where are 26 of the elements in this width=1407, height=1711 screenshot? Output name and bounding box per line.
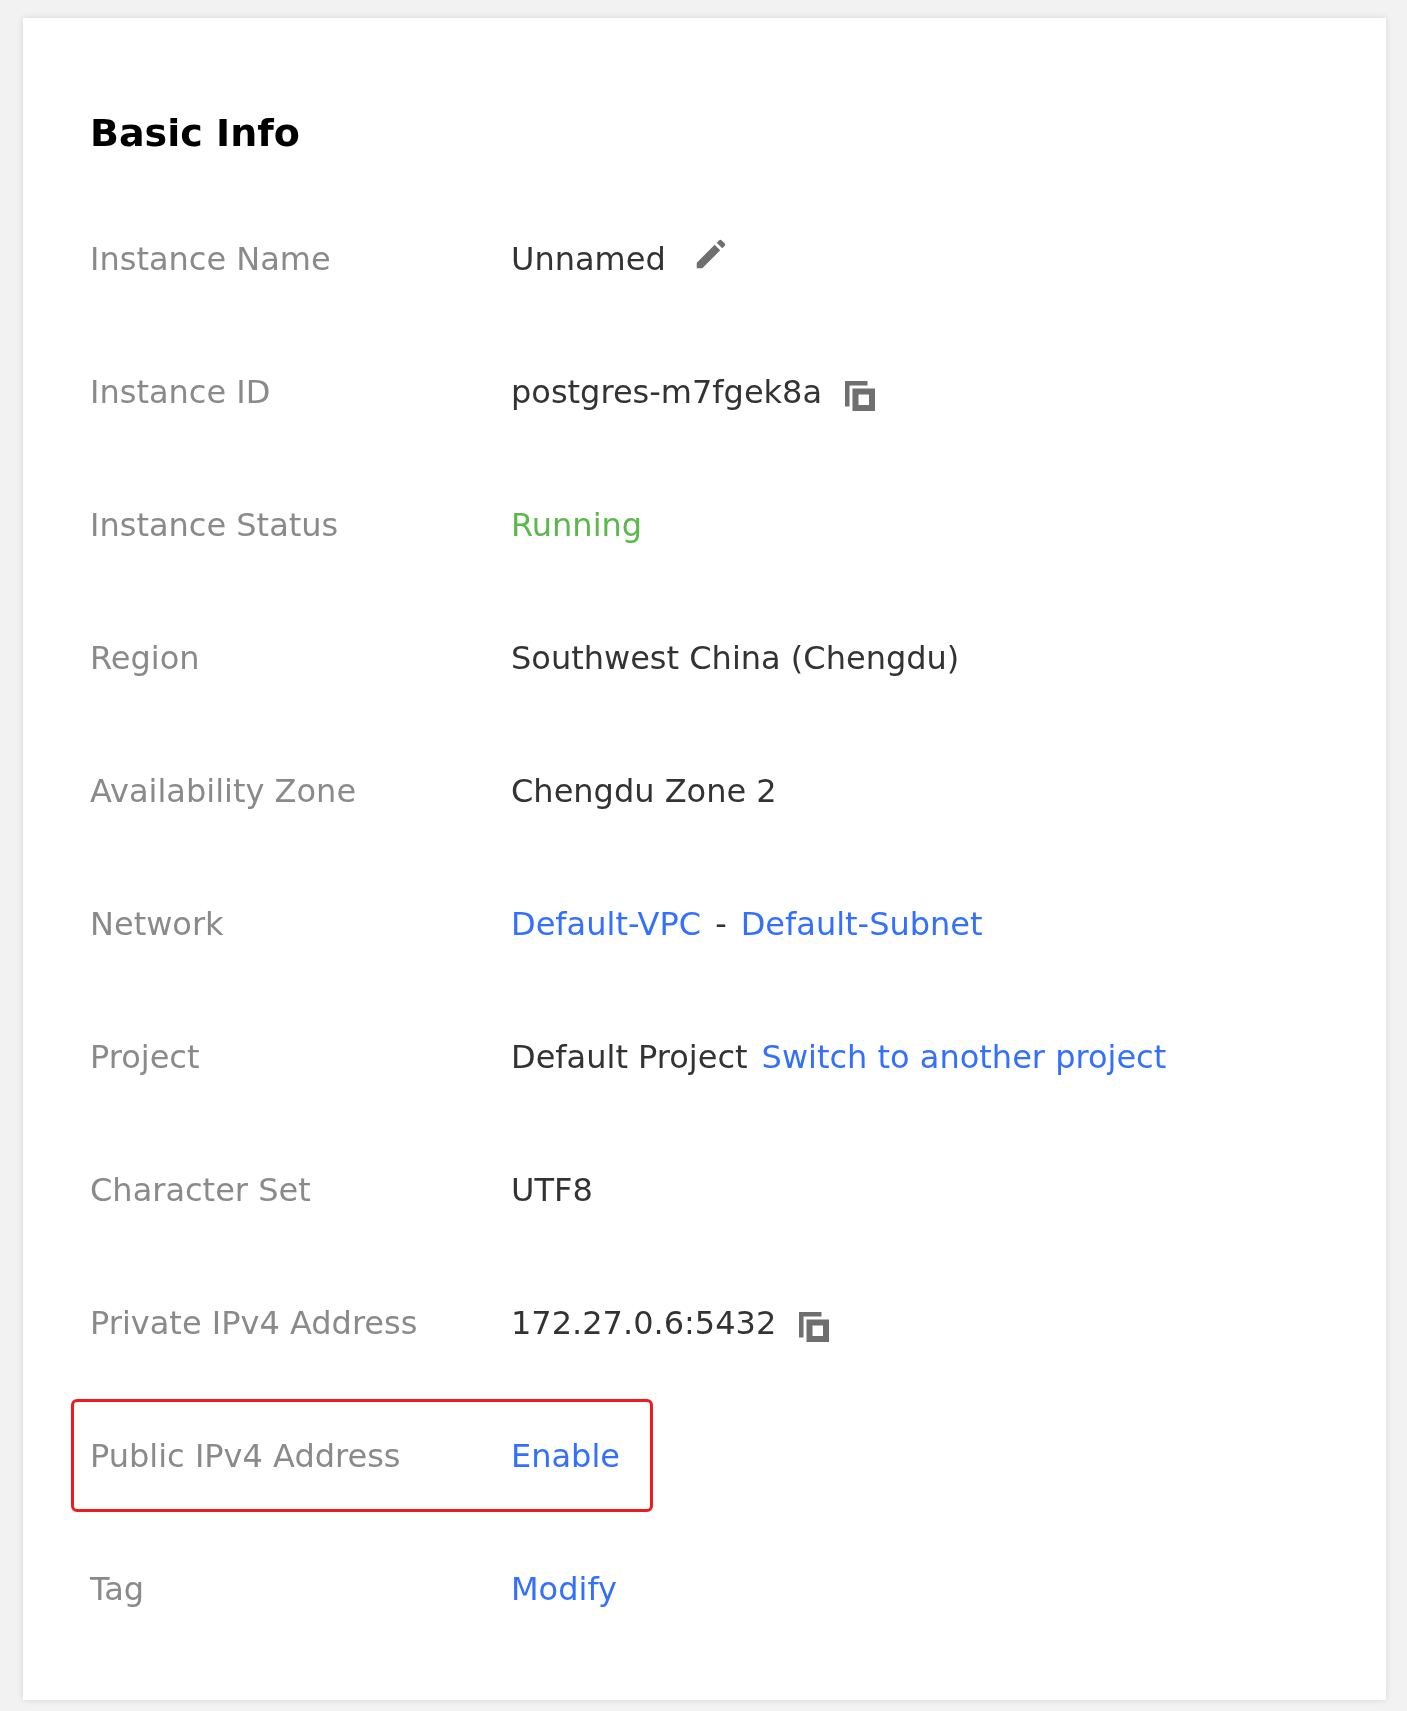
- status-text: Running: [511, 505, 643, 544]
- link[interactable]: Default-Subnet: [740, 904, 983, 943]
- link[interactable]: Modify: [511, 1569, 618, 1608]
- field-label: Character Set: [90, 1170, 312, 1209]
- section-title: Basic Info: [90, 110, 301, 156]
- field-label: Instance Name: [90, 239, 332, 278]
- field-label: Tag: [90, 1569, 146, 1608]
- field-value: Default Project: [511, 1037, 748, 1076]
- field-value: Chengdu Zone 2: [511, 771, 777, 810]
- field-label: Availability Zone: [90, 771, 358, 810]
- field-value: 172.27.0.6:5432: [511, 1303, 777, 1342]
- link[interactable]: Switch to another project: [761, 1037, 1167, 1076]
- field-label: Instance Status: [90, 505, 340, 544]
- field-value: Southwest China (Chengdu): [511, 638, 960, 677]
- field-label: Project: [90, 1037, 201, 1076]
- field-label: Network: [90, 904, 225, 943]
- field-label: Region: [90, 638, 201, 677]
- link[interactable]: Enable: [511, 1436, 620, 1475]
- field-label: Instance ID: [90, 372, 272, 411]
- field-value: Unnamed: [511, 239, 666, 278]
- field-value: -: [715, 904, 727, 943]
- field-label: Private IPv4 Address: [90, 1303, 419, 1342]
- field-value: postgres-m7fgek8a: [511, 372, 823, 411]
- link[interactable]: Default-VPC: [511, 904, 702, 943]
- field-value: UTF8: [511, 1170, 593, 1209]
- field-label: Public IPv4 Address: [90, 1436, 402, 1475]
